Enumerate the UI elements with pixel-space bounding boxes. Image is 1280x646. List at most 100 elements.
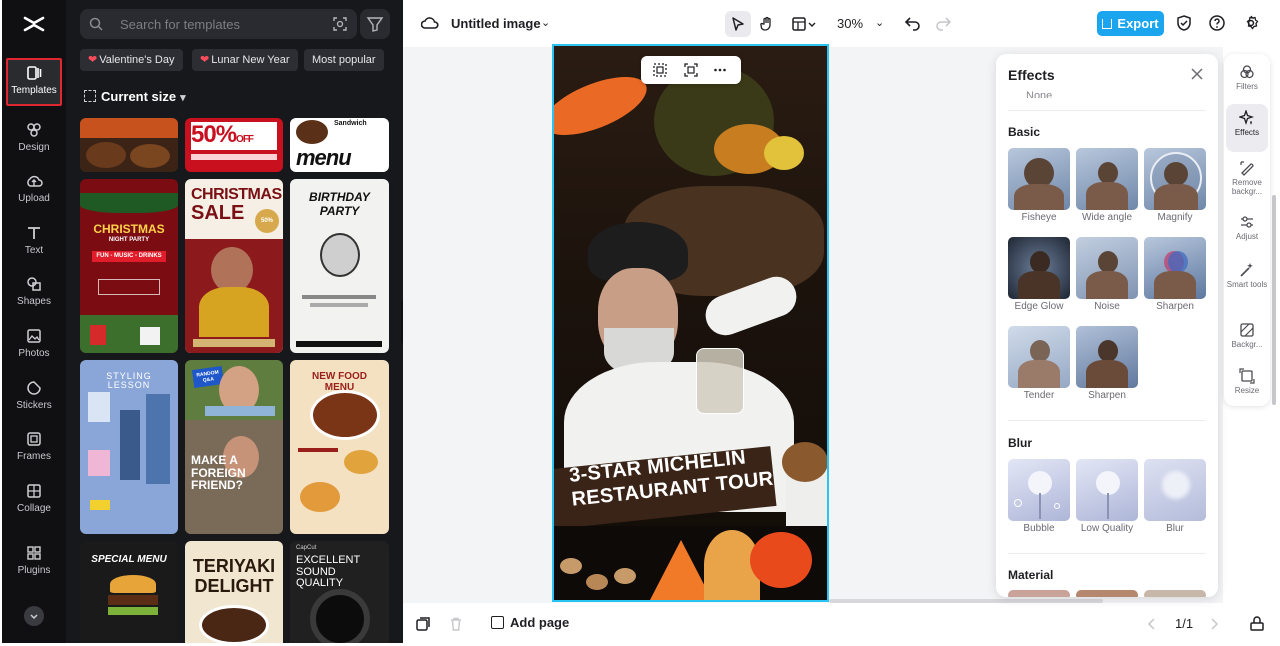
effect-noise-thumb[interactable] — [1076, 237, 1138, 299]
person-head-image — [1030, 340, 1050, 362]
rr-smart-tools[interactable]: Smart tools — [1226, 256, 1268, 308]
search-icon — [89, 17, 103, 31]
material-thumb[interactable] — [1076, 590, 1138, 597]
rr-remove-background[interactable]: Remove backgr... — [1226, 154, 1268, 206]
template-tile-special-menu[interactable]: SPECIAL MENU — [80, 541, 178, 643]
rail-label: Plugins — [17, 565, 51, 576]
artboard-chef-poster[interactable]: 3-STAR MICHELIN RESTAURANT TOUR — [552, 44, 829, 602]
chip-most-popular[interactable]: Most popular — [304, 49, 384, 71]
more-options-icon[interactable] — [713, 63, 727, 77]
help-icon[interactable] — [1208, 14, 1226, 32]
document-title[interactable]: Untitled image — [451, 16, 541, 31]
tile-brand: CapCut — [296, 545, 317, 551]
filters-icon — [1240, 65, 1254, 79]
add-page-button[interactable]: Add page — [491, 615, 569, 630]
garland-image — [80, 193, 178, 213]
select-tool[interactable] — [725, 11, 751, 37]
rail-item-shapes[interactable]: Shapes — [6, 271, 62, 319]
bubble-image — [1014, 499, 1022, 507]
current-size-dropdown[interactable]: Current size ▾ — [84, 89, 186, 109]
template-tile-food-deal[interactable] — [80, 118, 178, 172]
rail-item-upload[interactable]: Upload — [6, 168, 62, 216]
collapse-chevron-button[interactable] — [24, 606, 44, 626]
rail-item-text[interactable]: Text — [6, 220, 62, 268]
page-vertical-scrollbar[interactable] — [1272, 195, 1276, 405]
pages-icon[interactable] — [415, 616, 431, 632]
template-tile-christmas-party[interactable]: CHRISTMAS NIGHT PARTY FUN - MUSIC - DRIN… — [80, 179, 178, 353]
effect-fisheye-thumb[interactable] — [1008, 148, 1070, 210]
layers-toggle-icon[interactable] — [1249, 616, 1265, 632]
tile-small-text: Sandwich — [334, 120, 367, 127]
chevron-down-icon[interactable]: ⌄ — [875, 16, 884, 29]
rail-item-frames[interactable]: Frames — [6, 426, 62, 474]
effect-bubble-thumb[interactable] — [1008, 459, 1070, 521]
effect-magnify-thumb[interactable] — [1144, 148, 1206, 210]
undo-icon[interactable] — [904, 14, 922, 32]
image-search-icon[interactable] — [332, 16, 348, 32]
capcut-logo-icon[interactable] — [22, 12, 46, 36]
page-indicator: 1/1 — [1175, 616, 1194, 631]
search-input[interactable]: Search for templates — [120, 17, 240, 32]
template-tile-teriyaki-delight[interactable]: TERIYAKI DELIGHT — [185, 541, 283, 643]
group-select-icon[interactable] — [684, 63, 698, 77]
chevron-left-icon[interactable] — [1144, 616, 1160, 632]
template-tile-birthday-party[interactable]: BIRTHDAY PARTY — [290, 179, 389, 353]
effect-tender-thumb[interactable] — [1008, 326, 1070, 388]
template-tile-foreign-friend[interactable]: RANDOM Q&A MAKE A FOREIGN FRIEND? — [185, 360, 283, 534]
template-tile-50-off[interactable]: 50%OFF — [185, 118, 283, 172]
divider — [1008, 553, 1206, 554]
effect-sharpen-rgb-thumb[interactable] — [1144, 237, 1206, 299]
shield-check-icon[interactable] — [1175, 14, 1193, 32]
frames-icon — [27, 432, 41, 446]
person-coat-image — [1086, 271, 1128, 299]
rail-item-design[interactable]: Design — [6, 117, 62, 165]
effect-sharpen-thumb[interactable] — [1076, 326, 1138, 388]
teriyaki-bowl-image — [199, 605, 269, 643]
effect-label: Low Quality — [1080, 523, 1134, 534]
chip-valentines-day[interactable]: ❤ Valentine's Day — [80, 49, 183, 71]
effect-blur-thumb[interactable] — [1144, 459, 1206, 521]
cloud-sync-icon[interactable] — [421, 15, 439, 31]
hand-tool[interactable] — [754, 11, 780, 37]
rail-item-photos[interactable]: Photos — [6, 323, 62, 371]
effect-low-quality-thumb[interactable] — [1076, 459, 1138, 521]
rail-item-collage[interactable]: Collage — [6, 478, 62, 526]
layout-tool[interactable] — [787, 11, 823, 37]
rr-filters[interactable]: Filters — [1226, 58, 1268, 106]
rail-item-templates[interactable]: Templates — [6, 58, 62, 106]
effect-none-label[interactable]: None — [1026, 90, 1052, 98]
material-thumb[interactable] — [1144, 590, 1206, 597]
template-tile-new-food-menu[interactable]: NEW FOOD MENU — [290, 360, 389, 534]
rr-effects[interactable]: Effects — [1226, 104, 1268, 152]
adjust-sliders-icon — [1241, 216, 1253, 228]
chevron-right-icon[interactable] — [1206, 616, 1222, 632]
rail-item-stickers[interactable]: Stickers — [6, 375, 62, 423]
effect-wide-angle-thumb[interactable] — [1076, 148, 1138, 210]
settings-gear-icon[interactable] — [1242, 14, 1260, 32]
template-tile-styling-lesson[interactable]: STYLING LESSON — [80, 360, 178, 534]
select-frame-icon[interactable] — [653, 63, 667, 77]
chevron-down-icon[interactable]: ⌄ — [541, 16, 550, 29]
redo-icon[interactable] — [934, 14, 952, 32]
close-icon[interactable] — [1190, 67, 1204, 81]
zoom-level[interactable]: 30% — [837, 16, 863, 31]
filter-button[interactable] — [360, 9, 390, 39]
effect-edge-glow-thumb[interactable] — [1008, 237, 1070, 299]
section-material-title: Material — [1008, 568, 1054, 582]
trash-icon[interactable] — [448, 616, 464, 632]
export-button[interactable]: Export — [1097, 11, 1164, 36]
speaker-image — [310, 589, 370, 643]
material-thumb[interactable] — [1008, 590, 1070, 597]
rr-background[interactable]: Backgr... — [1226, 316, 1268, 364]
rr-resize[interactable]: Resize — [1226, 362, 1268, 410]
template-tile-christmas-sale[interactable]: CHRISTMAS SALE 50% OFF — [185, 179, 283, 353]
template-search[interactable]: Search for templates — [80, 9, 357, 39]
template-tile-sound-quality[interactable]: CapCut EXCELLENT SOUND QUALITY — [290, 541, 389, 643]
background-icon — [1240, 323, 1254, 337]
rr-adjust[interactable]: Adjust — [1226, 208, 1268, 256]
rail-item-plugins[interactable]: Plugins — [6, 540, 62, 588]
tile-title: BIRTHDAY — [309, 190, 370, 204]
chip-lunar-new-year[interactable]: ❤ Lunar New Year — [192, 49, 298, 71]
template-tile-menu-list[interactable]: Sandwich menu list — [290, 118, 389, 172]
right-tool-rail: Filters Effects Remove backgr... Adjust … — [1224, 54, 1270, 406]
